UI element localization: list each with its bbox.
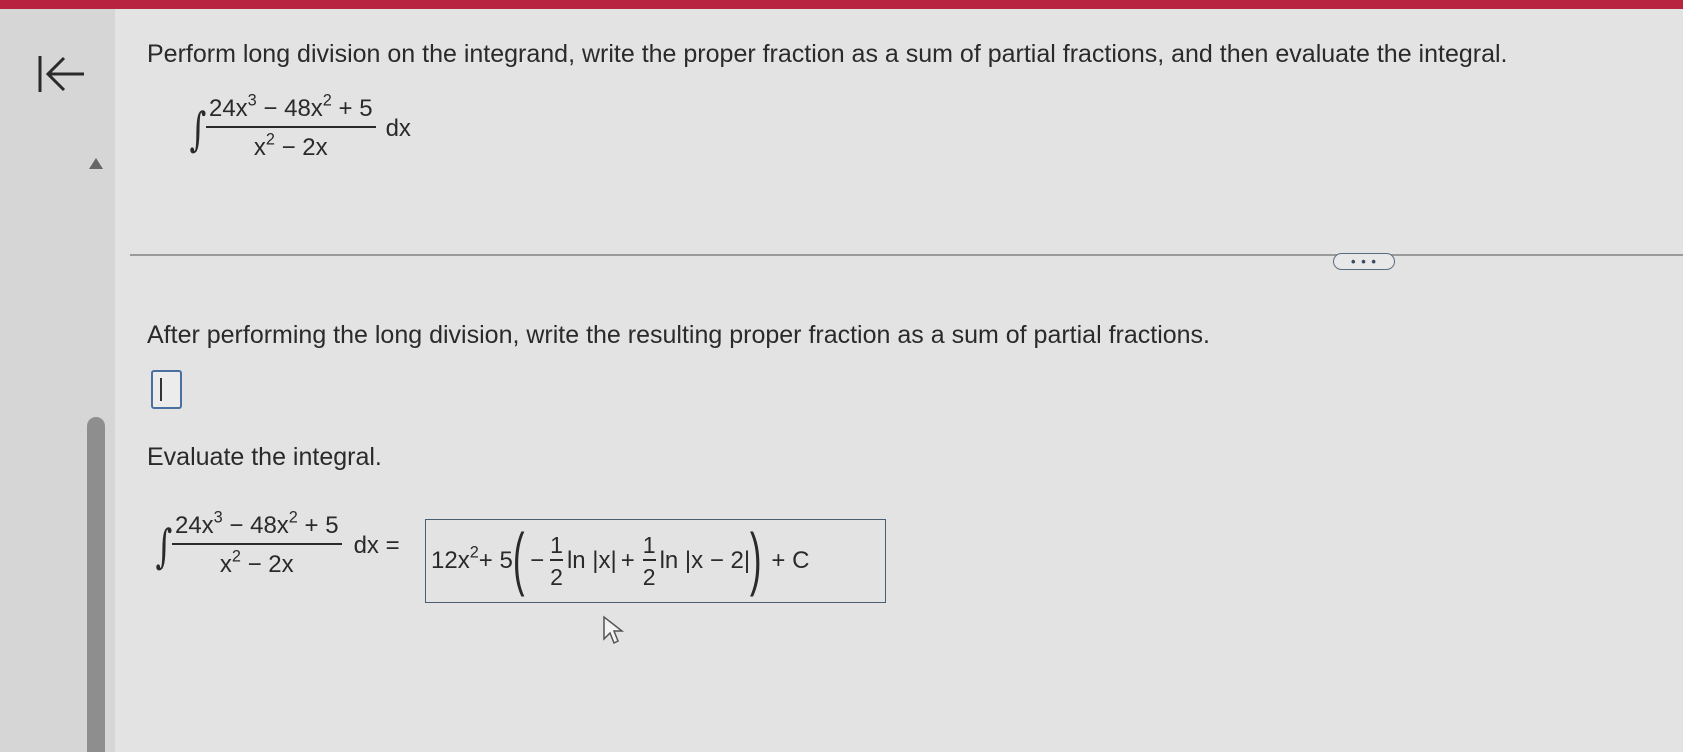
plus-sign: + <box>620 547 635 574</box>
integrand-denominator: x2 − 2x <box>171 543 342 579</box>
integrand-denominator: x2 − 2x <box>205 126 376 162</box>
ln-abs-x-minus-2: ln |x − 2| <box>659 547 751 574</box>
question-prompt: Perform long division on the integrand, … <box>147 40 1508 68</box>
ln-abs-x: ln |x| <box>566 547 617 574</box>
text-cursor <box>160 378 162 401</box>
integrand-numerator: 24x3 − 48x2 + 5 <box>174 508 339 539</box>
back-to-start-button[interactable] <box>36 52 90 96</box>
collapse-triangle-icon[interactable] <box>89 158 103 169</box>
differential: dx <box>385 114 411 142</box>
arrow-left-to-bar-icon <box>38 56 84 92</box>
integrand-fraction: 24x3 − 48x2 + 5 x2 − 2x <box>205 91 376 162</box>
mouse-pointer-icon <box>602 615 625 650</box>
answer-plus5: + 5 <box>478 547 513 574</box>
partial-fractions-input[interactable] <box>151 370 182 409</box>
open-paren: ( <box>512 519 525 597</box>
integral-answer-input[interactable]: 12x2 + 5 ( − 1 2 ln |x| + 1 2 ln |x − 2|… <box>425 519 886 603</box>
evaluate-instruction: Evaluate the integral. <box>147 443 382 471</box>
equals-label: dx = <box>353 531 400 559</box>
close-paren: ) <box>749 519 762 597</box>
integrand-fraction: 24x3 − 48x2 + 5 x2 − 2x <box>171 508 342 579</box>
section-divider <box>130 254 1683 256</box>
top-accent-bar <box>0 0 1683 9</box>
integral-expression: ∫ 24x3 − 48x2 + 5 x2 − 2x dx <box>186 91 411 162</box>
integral-expression-2: ∫ 24x3 − 48x2 + 5 x2 − 2x dx = <box>152 508 400 579</box>
integral-sign: ∫ <box>189 101 207 156</box>
scrollbar[interactable] <box>87 417 105 752</box>
minus-sign: − <box>530 547 545 574</box>
integrand-numerator: 24x3 − 48x2 + 5 <box>208 91 373 122</box>
integral-sign: ∫ <box>155 518 173 573</box>
half-fraction: 1 2 <box>550 531 563 590</box>
answer-term1: 12x2 <box>431 543 479 574</box>
constant-term: + C <box>771 547 810 574</box>
partial-fractions-instruction: After performing the long division, writ… <box>147 321 1211 349</box>
more-options-button[interactable]: • • • <box>1333 253 1395 270</box>
half-fraction-2: 1 2 <box>642 531 656 590</box>
